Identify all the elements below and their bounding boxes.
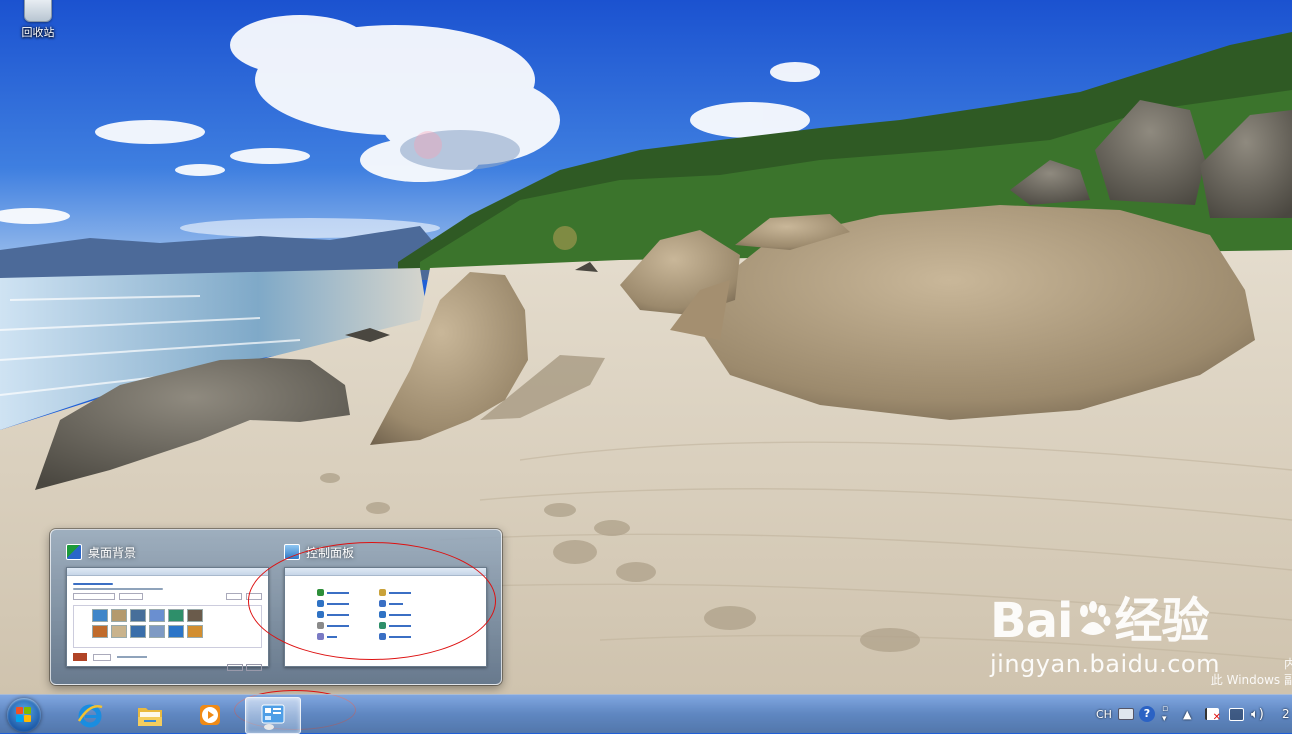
thumbnail-preview-window bbox=[284, 567, 487, 667]
recycle-bin-icon bbox=[24, 0, 52, 22]
windows-activation-notice: 内 此 Windows 副 bbox=[1211, 656, 1292, 688]
tray-volume[interactable]: 🔈︎) bbox=[1251, 695, 1264, 733]
watermark-logo-chinese: 经验 bbox=[1114, 593, 1209, 649]
thumbnail-title: 控制面板 bbox=[306, 545, 355, 560]
show-hidden-icons-button[interactable]: ▲ bbox=[1183, 695, 1191, 733]
tray-help[interactable]: ? bbox=[1139, 695, 1155, 733]
thumbnail-desktop-background[interactable]: 桌面背景 bbox=[61, 540, 269, 671]
baidu-jingyan-watermark: Bai 经验 jingyan.baidu.com bbox=[990, 596, 1220, 678]
folder-icon bbox=[136, 701, 164, 729]
taskbar-button-media-player[interactable] bbox=[183, 697, 237, 732]
desktop-icon-recycle-bin[interactable]: 回收站 bbox=[10, 0, 66, 40]
tray-action-center[interactable]: ✕ bbox=[1205, 695, 1221, 733]
activation-line-1: 内 bbox=[1283, 657, 1292, 671]
tray-clock[interactable]: 2 bbox=[1282, 707, 1290, 721]
thumbnail-control-panel[interactable]: 控制面板 bbox=[279, 540, 487, 668]
paw-icon bbox=[1074, 598, 1112, 636]
control-panel-icon bbox=[259, 702, 287, 730]
system-tray: CH bbox=[1096, 695, 1112, 733]
control-panel-icon bbox=[284, 544, 300, 560]
thumbnail-preview-window bbox=[66, 567, 269, 671]
tray-keyboard[interactable] bbox=[1118, 695, 1134, 733]
ie-icon bbox=[76, 701, 104, 729]
flag-icon: ✕ bbox=[1205, 708, 1221, 723]
keyboard-icon bbox=[1118, 708, 1134, 720]
desktop-background-icon bbox=[66, 544, 82, 560]
help-icon: ? bbox=[1139, 706, 1155, 722]
thumbnail-title: 桌面背景 bbox=[88, 545, 137, 560]
ime-arrows-icon: ▫ ▾ bbox=[1162, 704, 1169, 724]
media-player-icon bbox=[196, 701, 224, 729]
taskbar-button-internet-explorer[interactable] bbox=[63, 697, 117, 732]
watermark-logo-text: Bai bbox=[990, 593, 1073, 649]
tray-ime-arrows[interactable]: ▫ ▾ bbox=[1162, 695, 1168, 733]
taskbar-button-windows-explorer[interactable] bbox=[123, 697, 177, 732]
desktop-icon-label: 回收站 bbox=[21, 26, 55, 39]
watermark-logo: Bai 经验 bbox=[990, 596, 1220, 646]
volume-icon: 🔈︎) bbox=[1251, 706, 1264, 722]
network-icon bbox=[1229, 707, 1244, 721]
watermark-url: jingyan.baidu.com bbox=[990, 650, 1220, 678]
taskbar: CH ? ▫ ▾ ▲ ✕ 🔈︎) 2 bbox=[0, 694, 1292, 734]
start-button[interactable] bbox=[7, 698, 41, 732]
activation-line-2: 此 Windows 副 bbox=[1210, 673, 1292, 687]
tray-network[interactable] bbox=[1229, 695, 1244, 733]
taskbar-button-control-panel[interactable] bbox=[245, 697, 301, 734]
language-indicator[interactable]: CH bbox=[1096, 708, 1112, 721]
taskbar-thumbnail-popup: 桌面背景 控制面板 bbox=[50, 529, 502, 685]
chevron-up-icon: ▲ bbox=[1183, 707, 1192, 721]
windows-start-icon bbox=[16, 707, 32, 723]
